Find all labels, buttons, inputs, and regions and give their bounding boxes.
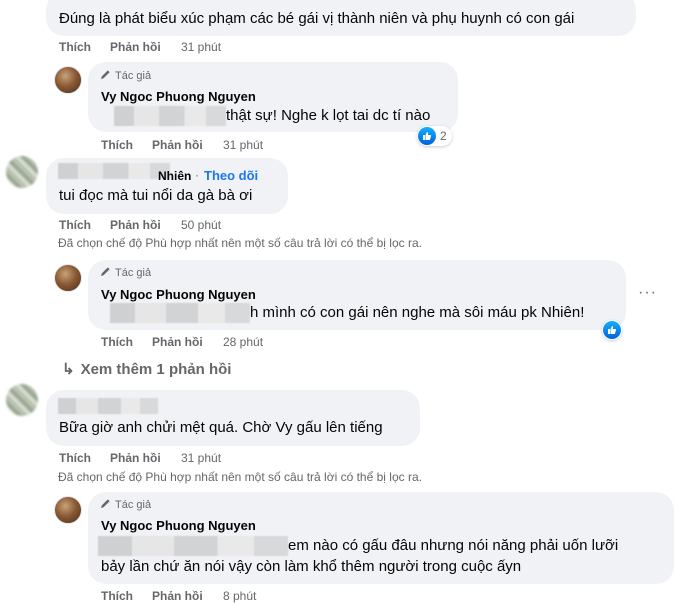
reply-text: thật sự! Nghe k lọt tai dc tí nào (226, 107, 431, 124)
reply-button[interactable]: Phản hồi (110, 218, 161, 232)
blurred-text (114, 106, 226, 126)
like-reaction-icon (418, 127, 436, 145)
author-badge-label: Tác giả (115, 499, 152, 511)
blurred-author-name (58, 398, 158, 414)
like-button[interactable]: Thích (59, 40, 91, 54)
timestamp[interactable]: 28 phút (223, 335, 263, 349)
author-badge-label: Tác giả (115, 70, 152, 82)
avatar[interactable] (6, 156, 38, 188)
timestamp[interactable]: 31 phút (181, 451, 221, 465)
comment-text: Bữa giờ anh chửi mệt quá. Chờ Vy gấu lên… (59, 419, 383, 436)
blurred-text (110, 303, 250, 323)
separator-dot: · (195, 168, 199, 182)
comment-text: tui đọc mà tui nổi da gà bà ơi (59, 187, 253, 204)
author-badge: Tác giả (100, 266, 151, 280)
reply-text-line-1: em nào có gấu đâu nhưng nói năng phải uố… (288, 537, 619, 554)
avatar[interactable] (6, 384, 38, 416)
author-name[interactable]: Vy Ngoc Phuong Nguyen (101, 89, 256, 104)
blurred-author-name (58, 163, 170, 179)
pencil-icon (100, 498, 111, 512)
follow-button[interactable]: Theo dõi (204, 168, 258, 183)
more-options-icon[interactable]: ··· (638, 284, 657, 302)
avatar[interactable] (54, 66, 82, 94)
reply-text: h mình có con gái nên nghe mà sôi máu pk… (250, 304, 585, 321)
like-button[interactable]: Thích (59, 218, 91, 232)
author-badge: Tác giả (100, 498, 151, 512)
author-name[interactable]: Vy Ngoc Phuong Nguyen (101, 518, 256, 533)
timestamp[interactable]: 31 phút (181, 40, 221, 54)
filter-notice: Đã chọn chế độ Phù hợp nhất nên một số c… (58, 236, 422, 250)
reaction-count[interactable] (602, 320, 622, 340)
comment-text: Đúng là phát biểu xúc phạm các bé gái vị… (59, 10, 575, 27)
like-button[interactable]: Thích (59, 451, 91, 465)
reply-button[interactable]: Phản hồi (152, 589, 203, 603)
view-more-label: Xem thêm 1 phản hồi (80, 360, 232, 378)
like-reaction-icon (603, 321, 621, 339)
reply-button[interactable]: Phản hồi (110, 451, 161, 465)
like-button[interactable]: Thích (101, 138, 133, 152)
author-badge: Tác giả (100, 69, 151, 83)
reply-text-line-2: bảy lần chứ ăn nói vậy còn làm khổ thêm … (101, 558, 522, 575)
avatar[interactable] (54, 264, 82, 292)
reply-button[interactable]: Phản hồi (152, 138, 203, 152)
timestamp[interactable]: 8 phút (223, 589, 256, 603)
author-name[interactable]: Nhiên (158, 169, 191, 183)
pencil-icon (100, 266, 111, 280)
reply-button[interactable]: Phản hồi (110, 40, 161, 54)
author-badge-label: Tác giả (115, 267, 152, 279)
like-button[interactable]: Thích (101, 589, 133, 603)
blurred-text (98, 536, 288, 556)
reply-button[interactable]: Phản hồi (152, 335, 203, 349)
reaction-count-label: 2 (440, 129, 447, 143)
timestamp[interactable]: 50 phút (181, 218, 221, 232)
reaction-count[interactable]: 2 (417, 126, 452, 146)
like-button[interactable]: Thích (101, 335, 133, 349)
filter-notice: Đã chọn chế độ Phù hợp nhất nên một số c… (58, 470, 422, 484)
avatar[interactable] (54, 496, 82, 524)
view-more-replies-link[interactable]: ↳ Xem thêm 1 phản hồi (62, 360, 232, 379)
pencil-icon (100, 69, 111, 83)
reply-arrow-icon: ↳ (62, 361, 75, 378)
timestamp[interactable]: 31 phút (223, 138, 263, 152)
author-name[interactable]: Vy Ngoc Phuong Nguyen (101, 287, 256, 302)
